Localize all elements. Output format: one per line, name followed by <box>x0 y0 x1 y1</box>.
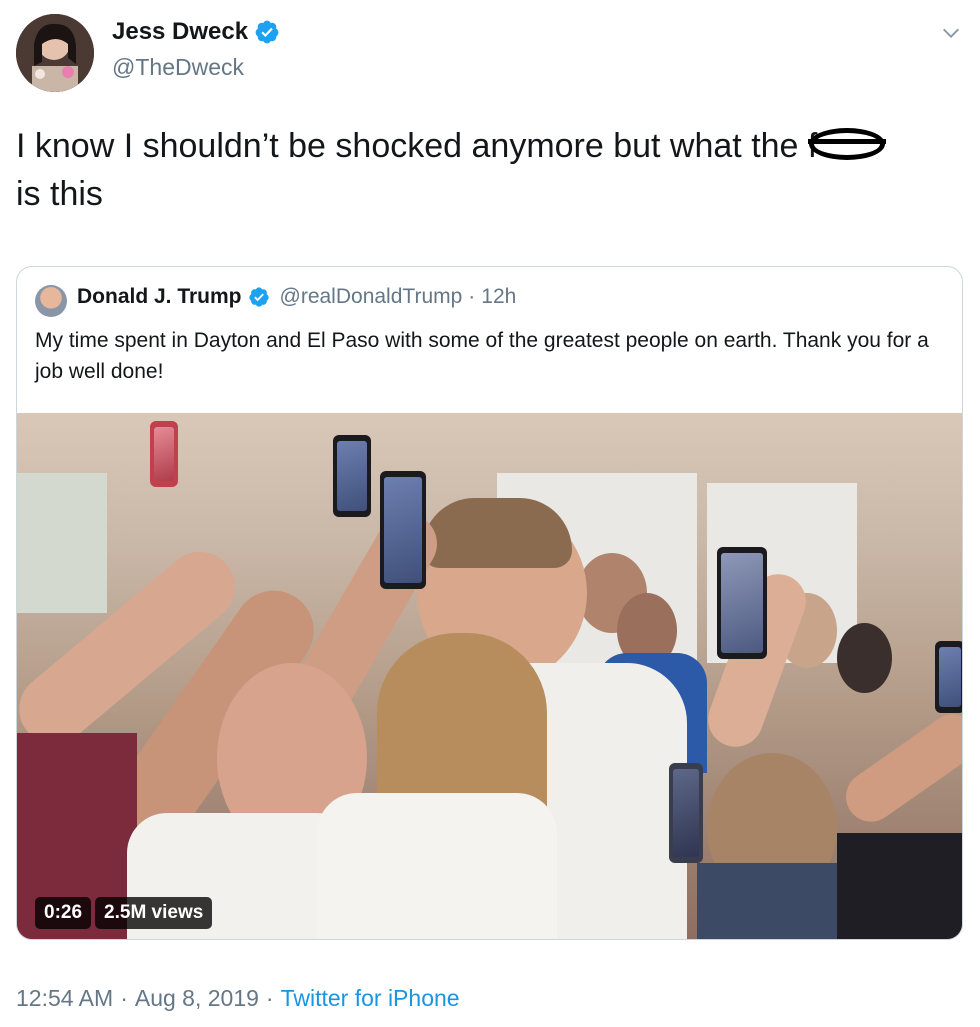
tweet-date[interactable]: Aug 8, 2019 <box>135 985 259 1012</box>
tweet-source-link[interactable]: Twitter for iPhone <box>281 985 460 1012</box>
author-name-row[interactable]: Jess Dweck <box>112 18 280 46</box>
white-coat <box>317 793 557 939</box>
quoted-tweet-age[interactable]: 12h <box>481 285 516 309</box>
quoted-author-avatar[interactable] <box>35 285 67 317</box>
tweet-metadata: 12:54 AM · Aug 8, 2019 · Twitter for iPh… <box>16 985 460 1012</box>
phone-in-hand <box>380 471 426 589</box>
verified-badge-icon <box>248 287 269 307</box>
crowd-person-shirt <box>837 833 962 939</box>
background-window <box>17 473 107 613</box>
video-duration: 0:26 <box>35 897 92 929</box>
quoted-tweet-card[interactable]: Donald J. Trump @realDonaldTrump · 12h M… <box>16 266 963 940</box>
crowd-person-shirt <box>697 863 857 939</box>
quoted-separator: · <box>468 285 476 308</box>
tweet-text-line2: is this <box>16 175 103 213</box>
phone-in-hand <box>935 641 962 713</box>
crowd-person-hair <box>422 498 572 568</box>
quoted-tweet-text: My time spent in Dayton and El Paso with… <box>35 329 929 383</box>
author-display-name[interactable]: Jess Dweck <box>112 18 248 46</box>
phone-in-hand <box>333 435 371 517</box>
phone-in-hand <box>717 547 767 659</box>
author-avatar[interactable] <box>16 14 94 92</box>
chevron-down-icon[interactable] <box>940 22 962 44</box>
tweet-text: I know I shouldn’t be shocked anymore bu… <box>16 122 956 218</box>
phone-in-hand <box>150 421 178 487</box>
video-overlay: 0:26 2.5M views <box>35 897 213 929</box>
video-player[interactable]: 0:26 2.5M views <box>17 413 962 939</box>
avatar-photo-icon <box>16 14 94 92</box>
scribble-redaction-icon <box>808 128 887 161</box>
phone-in-hand <box>669 763 703 863</box>
author-handle[interactable]: @TheDweck <box>112 54 244 81</box>
quoted-tweet-header: Donald J. Trump @realDonaldTrump · 12h <box>77 285 516 309</box>
video-views: 2.5M views <box>95 897 213 929</box>
meta-separator: · <box>265 985 274 1011</box>
tweet-time[interactable]: 12:54 AM <box>16 985 113 1012</box>
raised-arm <box>836 704 962 832</box>
quoted-author-name[interactable]: Donald J. Trump <box>77 285 242 309</box>
crowd-person <box>837 623 892 693</box>
meta-separator: · <box>120 985 128 1011</box>
verified-badge-icon <box>255 20 279 44</box>
quoted-author-handle[interactable]: @realDonaldTrump <box>280 285 463 309</box>
tweet-text-line1: I know I shouldn’t be shocked anymore bu… <box>16 127 818 165</box>
